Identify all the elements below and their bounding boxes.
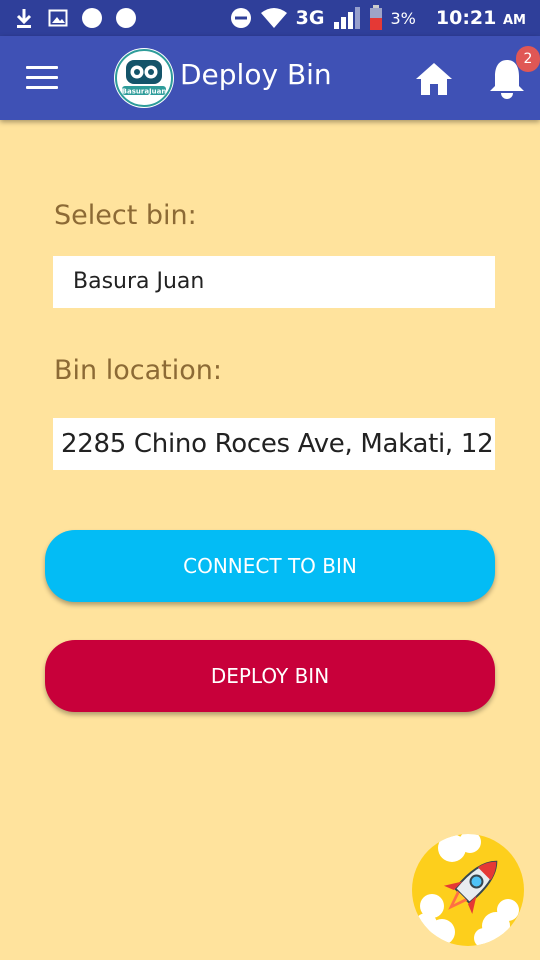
home-button[interactable]	[414, 60, 454, 98]
network-type: 3G	[295, 7, 325, 29]
clock-ampm: AM	[503, 13, 526, 28]
bin-location-field[interactable]	[53, 418, 495, 470]
notification-badge: 2	[516, 46, 540, 72]
basura-juan-logo-icon: BasuraJuan	[115, 49, 173, 107]
status-left-icons	[14, 7, 136, 29]
logo-text: BasuraJuan	[122, 88, 167, 96]
notification-dot-icon	[116, 8, 136, 28]
status-bar: 3G 3% 10:21 AM	[0, 0, 540, 36]
download-icon	[16, 9, 32, 28]
select-bin-label: Select bin:	[54, 200, 197, 231]
hamburger-icon	[26, 66, 58, 89]
deploy-fab[interactable]	[412, 834, 524, 946]
status-right-icons: 3G 3% 10:21 AM	[230, 5, 526, 31]
deploy-bin-button[interactable]: DEPLOY BIN	[45, 640, 495, 712]
signal-icon	[333, 7, 360, 29]
clock-time: 10:21	[435, 7, 497, 29]
clock: 10:21 AM	[436, 7, 526, 29]
image-icon	[48, 9, 68, 27]
bin-location-label: Bin location:	[54, 355, 222, 386]
bin-select[interactable]: Basura Juan	[53, 256, 495, 308]
page-title: Deploy Bin	[180, 58, 332, 91]
wifi-icon	[260, 8, 287, 28]
battery-percent: 3%	[390, 8, 416, 28]
app-logo: BasuraJuan	[114, 48, 174, 108]
battery-icon	[369, 5, 382, 30]
rocket-icon	[415, 834, 519, 946]
notification-dot-icon	[82, 8, 102, 28]
app-bar: BasuraJuan Deploy Bin	[0, 36, 540, 120]
home-icon	[416, 63, 452, 95]
menu-button[interactable]	[26, 66, 58, 90]
do-not-disturb-icon	[230, 8, 251, 28]
connect-to-bin-button[interactable]: CONNECT TO BIN	[45, 530, 495, 602]
